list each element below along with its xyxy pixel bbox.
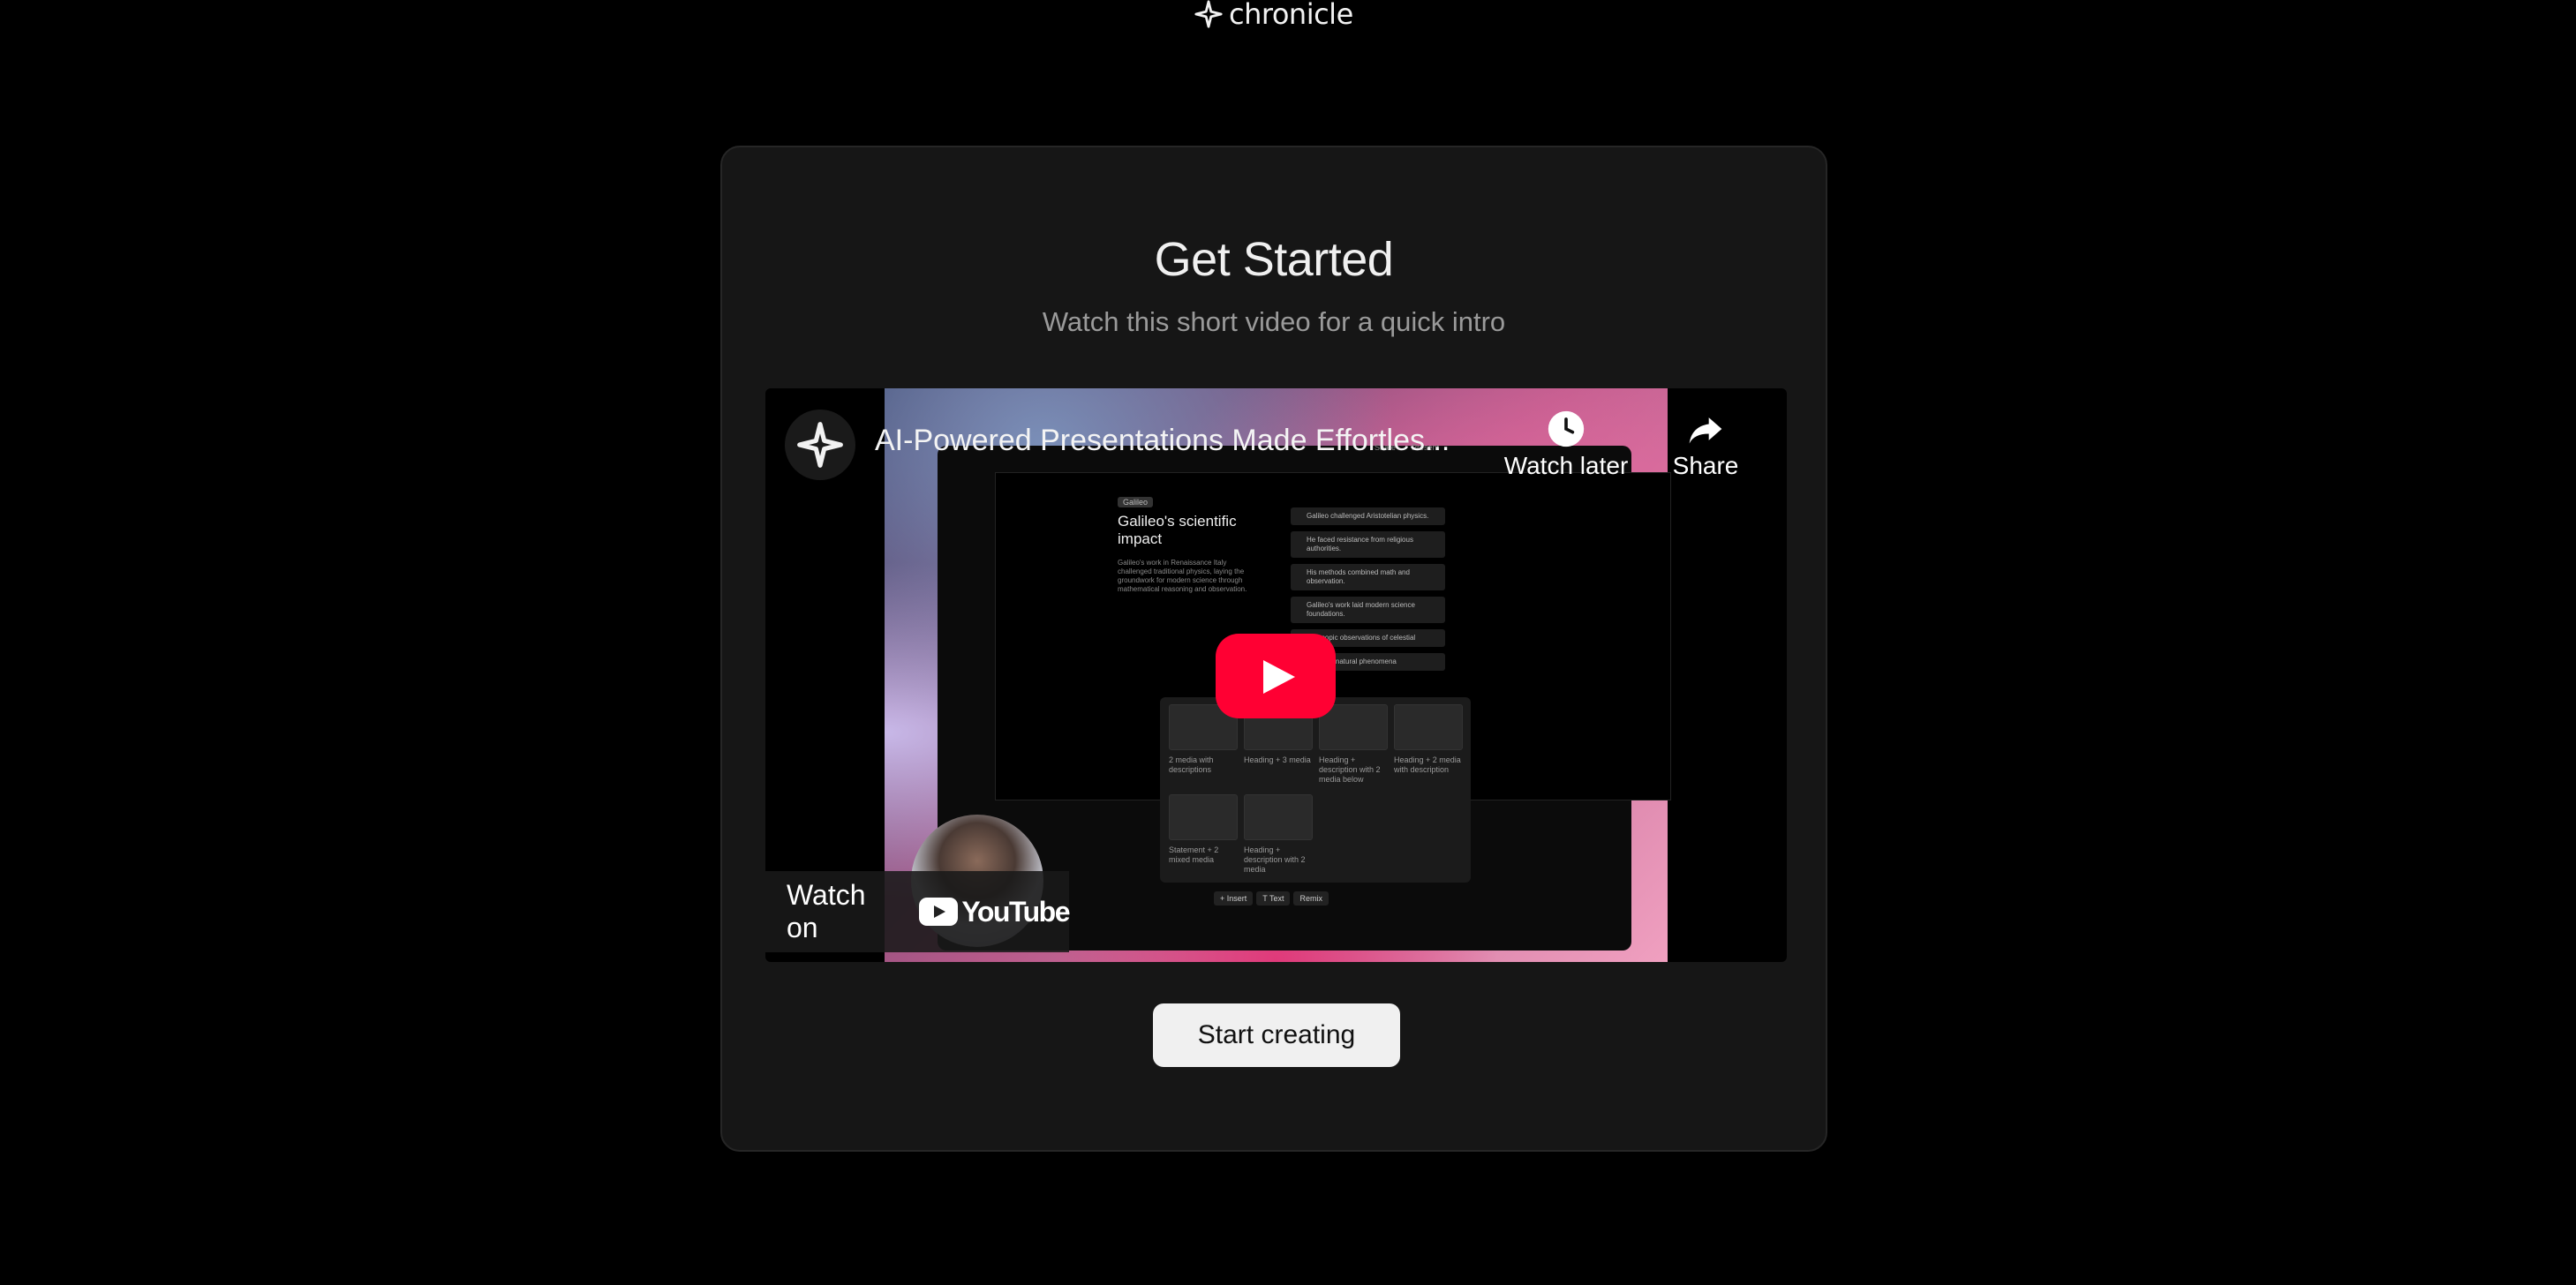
youtube-logo: YouTube xyxy=(919,895,1070,928)
list-item: Galileo challenged Aristotelian physics. xyxy=(1291,507,1445,525)
layout-option: Heading + 2 media with description xyxy=(1394,704,1465,775)
thumbnail-insert-chip: + Insert xyxy=(1214,891,1254,906)
layout-option: Heading + description with 2 media below xyxy=(1319,704,1390,785)
watch-on-youtube-button[interactable]: Watch on YouTube xyxy=(765,871,1070,952)
brand-logo[interactable]: chronicle xyxy=(1194,0,1353,31)
layout-option: Statement + 2 mixed media xyxy=(1169,794,1239,865)
video-player[interactable]: Share Present Galileo Galileo's scientif… xyxy=(765,388,1787,962)
watch-on-label: Watch on xyxy=(787,879,866,943)
list-item: His methods combined math and observatio… xyxy=(1291,564,1445,590)
page-title: Get Started xyxy=(1154,233,1394,286)
watch-later-label: Watch later xyxy=(1503,452,1629,479)
clock-icon xyxy=(1548,410,1585,447)
share-icon xyxy=(1689,417,1722,444)
share-label: Share xyxy=(1672,452,1739,479)
brand-name: chronicle xyxy=(1229,0,1353,31)
sparkle-icon xyxy=(1194,0,1223,28)
play-button[interactable] xyxy=(1216,634,1336,718)
watch-later-button[interactable]: Watch later xyxy=(1500,410,1632,480)
thumbnail-slide-tag: Galileo xyxy=(1118,497,1154,507)
thumbnail-text-chip: T Text xyxy=(1256,891,1291,906)
share-button[interactable]: Share xyxy=(1666,410,1745,480)
thumbnail-remix-chip: Remix xyxy=(1293,891,1329,906)
thumbnail-layout-panel: 2 media with descriptions Heading + 3 me… xyxy=(1160,697,1471,883)
get-started-card: Get Started Watch this short video for a… xyxy=(720,146,1827,1152)
list-item: Galileo's work laid modern science found… xyxy=(1291,597,1445,623)
thumbnail-bottom-bar: + Insert T Text Remix xyxy=(1214,891,1329,906)
start-creating-button[interactable]: Start creating xyxy=(1153,1003,1400,1067)
youtube-wordmark: YouTube xyxy=(961,895,1070,928)
video-title[interactable]: AI-Powered Presentations Made Effortles.… xyxy=(875,424,1493,458)
thumbnail-slide-heading: Galileo's scientific impact xyxy=(1118,513,1237,547)
layout-option: Heading + description with 2 media xyxy=(1244,794,1314,875)
list-item: He faced resistance from religious autho… xyxy=(1291,531,1445,558)
channel-avatar[interactable] xyxy=(785,410,855,480)
youtube-play-icon xyxy=(919,898,959,926)
page-subtitle: Watch this short video for a quick intro xyxy=(1042,306,1506,337)
thumbnail-slide-description: Galileo's work in Renaissance Italy chal… xyxy=(1118,559,1247,593)
sparkle-icon xyxy=(797,422,843,468)
